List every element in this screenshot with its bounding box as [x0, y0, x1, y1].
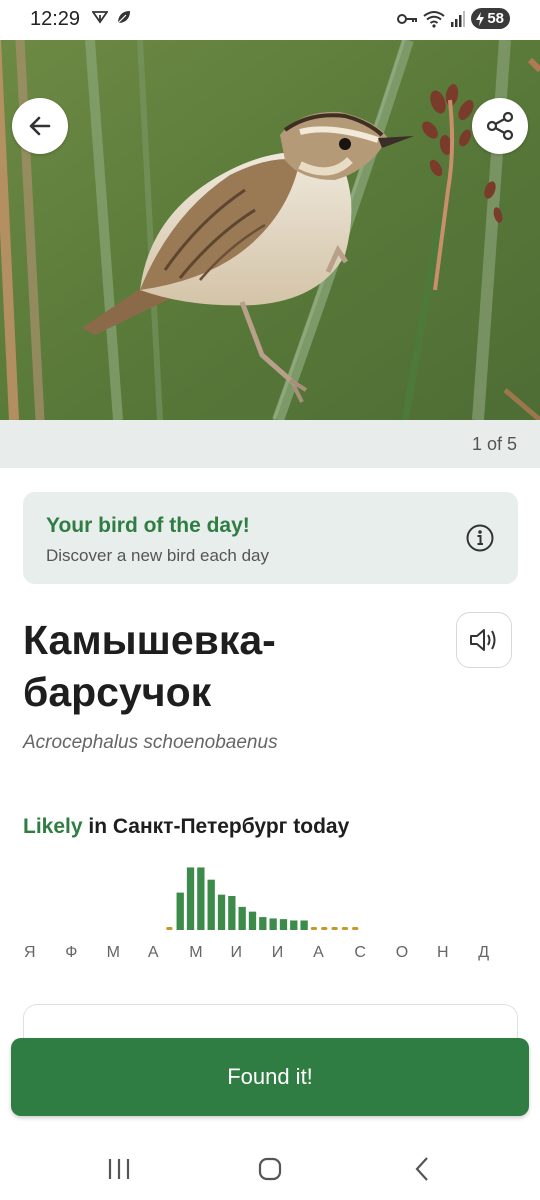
share-button[interactable] [472, 98, 528, 154]
chart-bar [331, 927, 338, 930]
chart-bar [341, 927, 349, 930]
bird-of-day-card: Your bird of the day! Discover a new bir… [23, 492, 518, 584]
leaf-icon [117, 11, 130, 24]
back-icon[interactable] [413, 1156, 431, 1182]
likelihood-word: Likely [23, 815, 83, 838]
seasonality-chart [166, 867, 359, 930]
system-nav-bar [0, 1136, 540, 1200]
chart-bar [310, 927, 318, 930]
bird-photo [0, 40, 540, 420]
month-label: Д [478, 944, 491, 961]
month-label: С [354, 944, 367, 961]
chart-bar [290, 920, 298, 930]
photo-pager-strip: 1 of 5 [0, 420, 540, 468]
data-saver-icon [92, 11, 108, 24]
likelihood-text: Likely in Санкт-Петербург today [23, 815, 349, 839]
month-label: И [271, 944, 285, 961]
chart-bar [279, 919, 288, 930]
recent-apps-icon[interactable] [106, 1158, 132, 1180]
found-it-button[interactable]: Found it! [11, 1038, 529, 1116]
status-time: 12:29 [30, 8, 81, 30]
battery-icon: 58 [471, 8, 510, 29]
month-label: Ф [65, 944, 79, 961]
chart-bar [321, 927, 328, 930]
likelihood-location: in Санкт-Петербург today [82, 815, 350, 838]
chart-bar [248, 911, 257, 930]
month-label: Я [24, 944, 37, 961]
chart-bar [176, 892, 184, 930]
info-icon[interactable] [465, 523, 495, 553]
key-icon [397, 13, 418, 24]
month-label: Н [437, 944, 450, 961]
signal-icon [451, 10, 466, 27]
month-label: М [106, 944, 121, 961]
share-icon [486, 111, 514, 141]
home-icon[interactable] [258, 1157, 282, 1181]
bird-of-day-title: Your bird of the day! [46, 514, 250, 537]
chart-bar [217, 894, 226, 930]
month-label: М [189, 944, 204, 961]
month-label: И [230, 944, 243, 961]
wifi-icon [423, 10, 445, 28]
month-label: А [313, 944, 325, 961]
scientific-name: Acrocephalus schoenobaenus [23, 732, 278, 753]
bird-of-day-subtitle: Discover a new bird each day [46, 546, 270, 565]
arrow-left-icon [29, 116, 51, 136]
photo-pager: 1 of 5 [471, 434, 517, 454]
chart-bar [259, 917, 267, 930]
month-label: А [147, 944, 160, 961]
back-button[interactable] [12, 98, 68, 154]
month-labels: ЯФМАМИИАСОНД [0, 944, 540, 964]
chart-bar [238, 906, 246, 930]
speaker-icon [470, 629, 496, 651]
chart-bar [228, 896, 236, 930]
status-bar: 12:29 58 [0, 0, 540, 40]
play-sound-button[interactable] [456, 612, 512, 668]
common-name: Камышевка-барсучок [23, 617, 276, 715]
month-label: О [395, 944, 410, 961]
chart-bar [352, 927, 359, 930]
battery-level: 58 [487, 10, 504, 27]
chart-bar [207, 879, 215, 930]
chart-bar [300, 920, 308, 930]
chart-bar [197, 867, 205, 930]
chart-bar [186, 867, 195, 930]
chart-bar [166, 927, 173, 930]
chart-bar [269, 918, 277, 930]
